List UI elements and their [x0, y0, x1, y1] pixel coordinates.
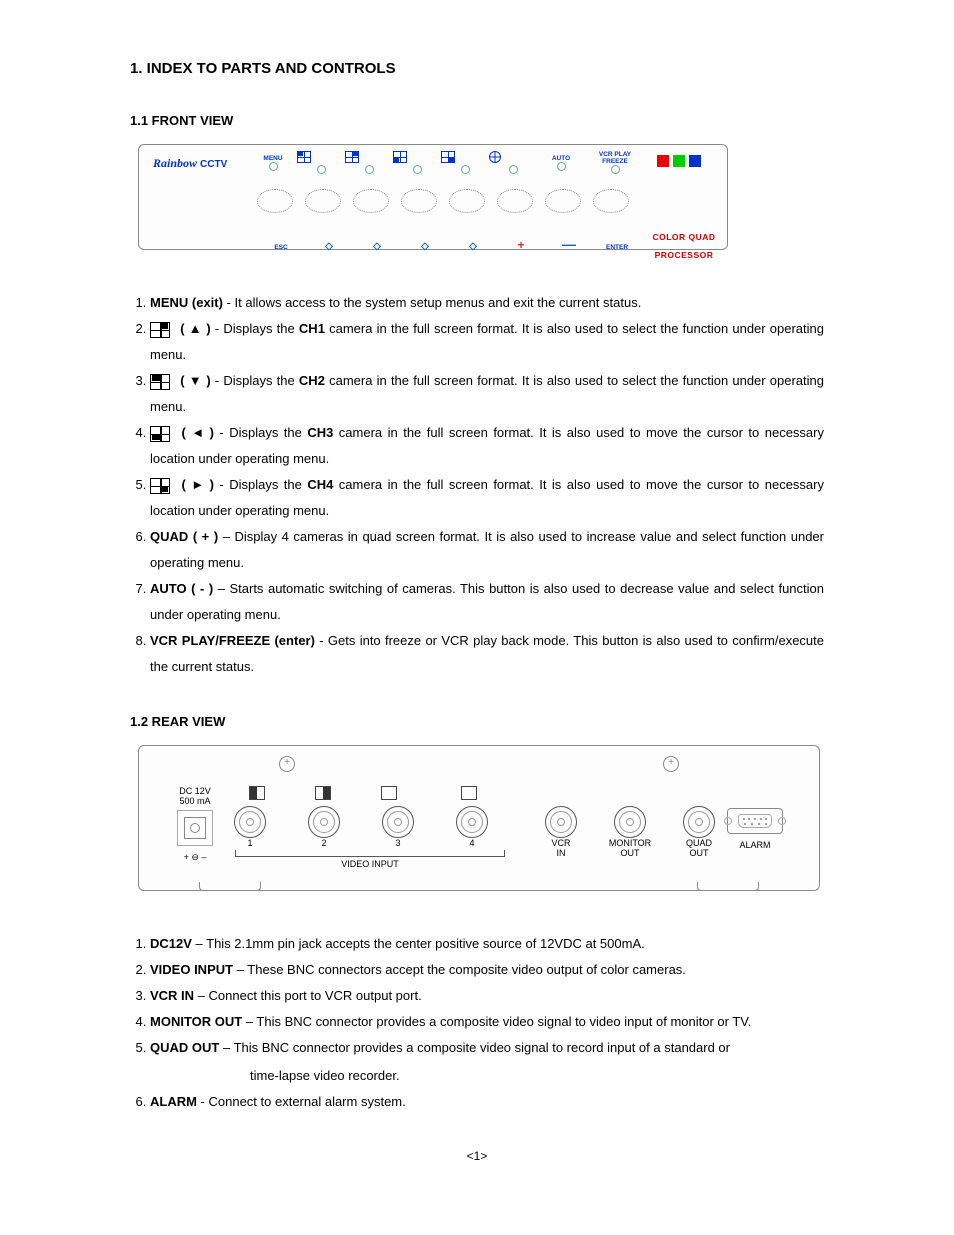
input-1-label: 1 — [229, 838, 271, 848]
list-item: VCR PLAY/FREEZE (enter) - Gets into free… — [150, 628, 824, 680]
button-oval — [257, 189, 293, 213]
channel-icon — [150, 374, 170, 390]
input-2-label: 2 — [303, 838, 345, 848]
rear-description-list: DC12V – This 2.1mm pin jack accepts the … — [130, 931, 824, 1115]
list-item: MENU (exit) - It allows access to the sy… — [150, 290, 824, 316]
up-arrow-icon: ◇ — [325, 241, 333, 252]
bnc-connector — [456, 806, 488, 838]
bnc-connector — [308, 806, 340, 838]
menu-label: MENU — [249, 155, 297, 162]
alarm-label: ALARM — [727, 840, 783, 850]
bnc-connector — [683, 806, 715, 838]
enter-label: ENTER — [606, 244, 628, 251]
dip-switch-icon — [249, 786, 265, 800]
auto-label: AUTO — [537, 155, 585, 162]
bnc-connector — [382, 806, 414, 838]
dip-switch-icon — [315, 786, 331, 800]
button-oval — [497, 189, 533, 213]
dc-label: DC 12V — [177, 786, 213, 796]
quad-icon — [489, 151, 501, 163]
list-item: ( ▼ ) - Displays the CH2 camera in the f… — [150, 368, 824, 420]
ch4-icon — [441, 151, 455, 163]
video-input-label: VIDEO INPUT — [235, 859, 505, 869]
left-arrow-icon: ◇ — [421, 241, 429, 252]
button-oval — [353, 189, 389, 213]
dip-switch-icon — [381, 786, 397, 800]
front-description-list: MENU (exit) - It allows access to the sy… — [130, 290, 824, 680]
input-3-label: 3 — [377, 838, 419, 848]
rear-view-heading: 1.2 REAR VIEW — [130, 714, 824, 729]
alarm-connector — [727, 808, 783, 834]
ch1-icon — [297, 151, 311, 163]
product-label: COLOR QUAD PROCESSOR — [652, 232, 715, 260]
polarity-label: + ⊖ – — [177, 852, 213, 863]
list-item: ( ► ) - Displays the CH4 camera in the f… — [150, 472, 824, 524]
channel-icon — [150, 478, 170, 494]
led-green — [673, 155, 685, 167]
page-number: <1> — [130, 1149, 824, 1163]
bnc-connector — [614, 806, 646, 838]
list-item: ALARM - Connect to external alarm system… — [150, 1089, 824, 1115]
button-oval — [593, 189, 629, 213]
button-oval — [449, 189, 485, 213]
rear-panel-diagram: DC 12V 500 mA + ⊖ – 1 2 3 4 VIDEO INPUT … — [138, 745, 820, 891]
channel-icon — [150, 426, 170, 442]
bnc-connector — [234, 806, 266, 838]
brand-logo: Rainbow CCTV — [153, 156, 227, 170]
monitor-out-label: MONITOR OUT — [603, 838, 657, 858]
button-oval — [545, 189, 581, 213]
front-view-heading: 1.1 FRONT VIEW — [130, 113, 824, 128]
screw-icon — [663, 756, 679, 772]
esc-label: ESC — [274, 244, 287, 251]
led-red — [657, 155, 669, 167]
list-item: ( ▲ ) - Displays the CH1 camera in the f… — [150, 316, 824, 368]
screw-icon — [279, 756, 295, 772]
input-4-label: 4 — [451, 838, 493, 848]
channel-icon — [150, 322, 170, 338]
vcr-in-label: VCR IN — [537, 838, 585, 858]
down-arrow-icon: ◇ — [373, 241, 381, 252]
dc-jack — [184, 817, 206, 839]
list-item: AUTO ( - ) – Starts automatic switching … — [150, 576, 824, 628]
list-item: VCR IN – Connect this port to VCR output… — [150, 983, 824, 1009]
list-item: QUAD ( + ) – Display 4 cameras in quad s… — [150, 524, 824, 576]
ma-label: 500 mA — [177, 796, 213, 806]
list-item: VIDEO INPUT – These BNC connectors accep… — [150, 957, 824, 983]
list-item: MONITOR OUT – This BNC connector provide… — [150, 1009, 824, 1035]
led-blue — [689, 155, 701, 167]
quad-out-label: QUAD OUT — [675, 838, 723, 858]
button-oval — [305, 189, 341, 213]
list-item: QUAD OUT – This BNC connector provides a… — [150, 1035, 824, 1089]
minus-icon: — — [562, 236, 576, 252]
section-title: 1. INDEX TO PARTS AND CONTROLS — [130, 60, 824, 77]
button-oval — [401, 189, 437, 213]
bnc-connector — [545, 806, 577, 838]
plus-icon: + — [517, 238, 524, 252]
front-panel-diagram: Rainbow CCTV MENU AUTO VCR PLAY FREEZE — [138, 144, 728, 250]
right-arrow-icon: ◇ — [469, 241, 477, 252]
list-item: DC12V – This 2.1mm pin jack accepts the … — [150, 931, 824, 957]
ch3-icon — [393, 151, 407, 163]
ch2-icon — [345, 151, 359, 163]
vcr-label: VCR PLAY FREEZE — [585, 151, 645, 165]
dip-switch-icon — [461, 786, 477, 800]
list-item: ( ◄ ) - Displays the CH3 camera in the f… — [150, 420, 824, 472]
